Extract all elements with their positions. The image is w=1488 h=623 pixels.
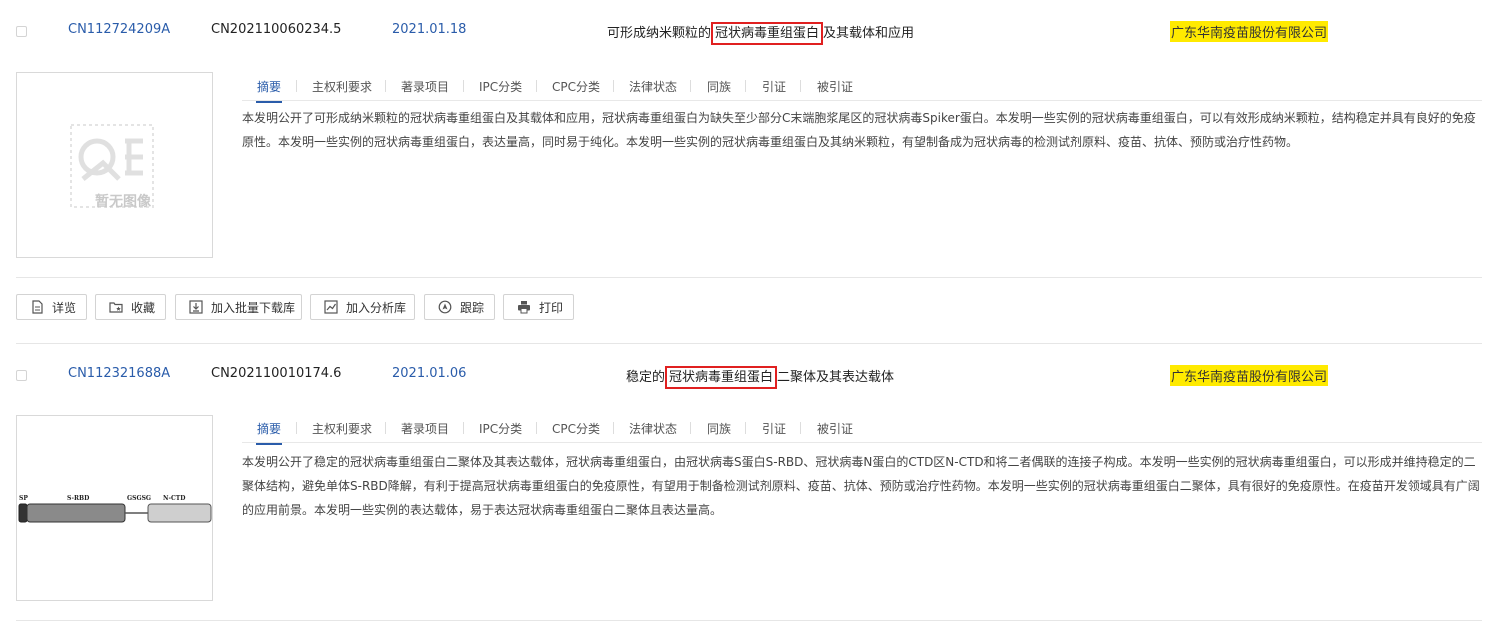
protein-construct-diagram: SP S-RBD GSGSG N-CTD <box>18 495 212 523</box>
title-prefix: 稳定的 <box>626 370 666 385</box>
tab-legal-status[interactable]: 法律状态 <box>629 78 677 95</box>
tab-divider <box>800 422 801 434</box>
divider <box>16 620 1482 621</box>
tab-cpc[interactable]: CPC分类 <box>552 420 600 437</box>
abstract-text: 本发明公开了可形成纳米颗粒的冠状病毒重组蛋白及其载体和应用，冠状病毒重组蛋白为缺… <box>242 111 1476 149</box>
title-prefix: 可形成纳米颗粒的 <box>607 26 712 41</box>
select-checkbox[interactable] <box>16 26 27 37</box>
favorite-button[interactable]: 收藏 <box>95 294 166 320</box>
tab-legal-status[interactable]: 法律状态 <box>629 420 677 437</box>
tab-bibliographic[interactable]: 著录项目 <box>401 78 449 95</box>
chart-icon <box>324 300 338 314</box>
diagram-n-ctd-segment <box>147 503 212 523</box>
tab-cited-by[interactable]: 被引证 <box>817 78 853 95</box>
tab-abstract[interactable]: 摘要 <box>255 420 283 445</box>
diagram-label-n-ctd: N-CTD <box>163 495 185 502</box>
patent-image-thumbnail[interactable]: SP S-RBD GSGSG N-CTD <box>16 415 213 601</box>
tab-divider <box>536 80 537 92</box>
batch-download-button[interactable]: 加入批量下载库 <box>175 294 302 320</box>
print-label: 打印 <box>539 300 564 315</box>
tab-family[interactable]: 同族 <box>707 78 731 95</box>
diagram-label-linker: GSGSG <box>127 495 151 502</box>
record-header: CN112724209A CN202110060234.5 2021.01.18… <box>0 0 1488 62</box>
title-suffix: 及其载体和应用 <box>823 26 915 41</box>
select-checkbox[interactable] <box>16 370 27 381</box>
download-icon <box>189 300 203 314</box>
tab-divider <box>800 80 801 92</box>
title-keyword-highlight: 冠状病毒重组蛋白 <box>665 366 778 389</box>
application-number: CN202110060234.5 <box>211 22 342 37</box>
tab-divider <box>385 422 386 434</box>
diagram-label-sp: SP <box>19 495 28 502</box>
patent-title[interactable]: 稳定的 冠状病毒重组蛋白 二聚体及其表达载体 <box>626 366 895 389</box>
printer-icon <box>517 300 531 314</box>
tab-divider <box>463 422 464 434</box>
tab-divider <box>690 422 691 434</box>
tab-citations[interactable]: 引证 <box>762 420 786 437</box>
tab-divider <box>536 422 537 434</box>
tab-bibliographic[interactable]: 著录项目 <box>401 420 449 437</box>
tab-cited-by[interactable]: 被引证 <box>817 420 853 437</box>
tab-main-claim[interactable]: 主权利要求 <box>312 78 372 95</box>
tab-cpc[interactable]: CPC分类 <box>552 78 600 95</box>
batch-download-label: 加入批量下载库 <box>211 300 296 315</box>
application-date: 2021.01.18 <box>392 22 467 37</box>
tab-divider <box>613 422 614 434</box>
print-button[interactable]: 打印 <box>503 294 574 320</box>
tab-citations[interactable]: 引证 <box>762 78 786 95</box>
track-label: 跟踪 <box>460 300 485 315</box>
tab-divider <box>745 422 746 434</box>
diagram-label-s-rbd: S-RBD <box>67 495 89 502</box>
applicant-highlight[interactable]: 广东华南疫苗股份有限公司 <box>1170 21 1329 42</box>
tab-ipc[interactable]: IPC分类 <box>479 420 522 437</box>
divider <box>16 277 1482 278</box>
tab-ipc[interactable]: IPC分类 <box>479 78 522 95</box>
tab-main-claim[interactable]: 主权利要求 <box>312 420 372 437</box>
tab-divider <box>296 80 297 92</box>
tab-divider <box>296 422 297 434</box>
tab-divider <box>463 80 464 92</box>
publication-number-link[interactable]: CN112321688A <box>68 366 170 381</box>
patent-title[interactable]: 可形成纳米颗粒的 冠状病毒重组蛋白 及其载体和应用 <box>607 22 915 45</box>
patent-image-placeholder[interactable]: 暂无图像 <box>16 72 213 258</box>
tab-divider <box>745 80 746 92</box>
track-icon <box>438 300 452 314</box>
applicant-highlight[interactable]: 广东华南疫苗股份有限公司 <box>1170 365 1329 386</box>
tab-divider <box>690 80 691 92</box>
favorite-label: 收藏 <box>131 300 156 315</box>
title-keyword-highlight: 冠状病毒重组蛋白 <box>711 22 824 45</box>
detail-label: 详览 <box>52 300 77 315</box>
title-suffix: 二聚体及其表达载体 <box>777 370 895 385</box>
publication-number-link[interactable]: CN112724209A <box>68 22 170 37</box>
tab-divider <box>385 80 386 92</box>
add-analysis-button[interactable]: 加入分析库 <box>310 294 415 320</box>
folder-star-icon <box>109 300 123 314</box>
tab-family[interactable]: 同族 <box>707 420 731 437</box>
detail-tabs: 摘要 主权利要求 著录项目 IPC分类 CPC分类 法律状态 同族 引证 被引证 <box>242 416 1482 445</box>
tab-abstract[interactable]: 摘要 <box>255 78 283 103</box>
application-date: 2021.01.06 <box>392 366 467 381</box>
abstract-text: 本发明公开了稳定的冠状病毒重组蛋白二聚体及其表达载体，冠状病毒重组蛋白，由冠状病… <box>242 455 1480 517</box>
track-button[interactable]: 跟踪 <box>424 294 495 320</box>
document-icon <box>30 300 44 314</box>
diagram-s-rbd-segment <box>26 503 126 523</box>
diagram-sp-segment <box>18 503 28 523</box>
record-header: CN112321688A CN202110010174.6 2021.01.06… <box>0 344 1488 406</box>
add-analysis-label: 加入分析库 <box>346 300 407 315</box>
no-image-text: 暂无图像 <box>95 194 151 210</box>
detail-button[interactable]: 详览 <box>16 294 87 320</box>
application-number: CN202110010174.6 <box>211 366 342 381</box>
detail-tabs: 摘要 主权利要求 著录项目 IPC分类 CPC分类 法律状态 同族 引证 被引证 <box>242 74 1482 103</box>
tab-divider <box>613 80 614 92</box>
